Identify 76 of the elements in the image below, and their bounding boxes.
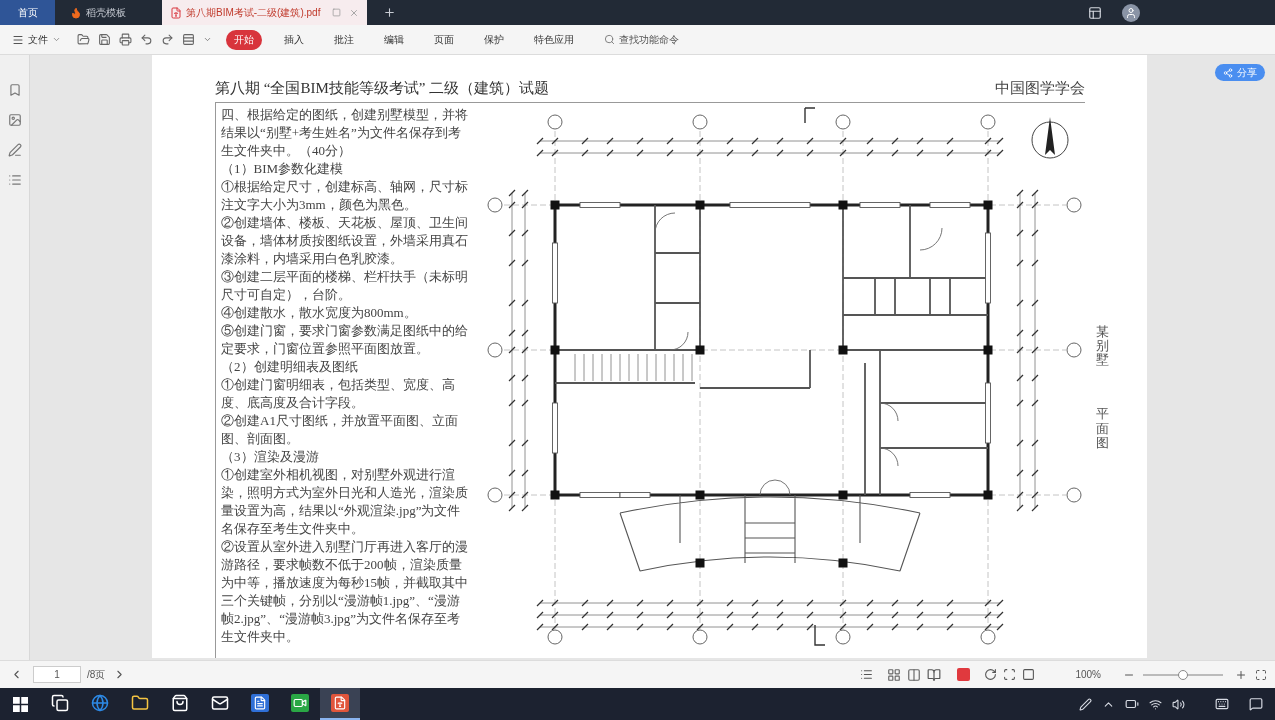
- square-icon[interactable]: [1022, 668, 1036, 681]
- search-icon: [604, 34, 615, 45]
- question-paragraph: （2）创建明细表及图纸: [221, 357, 359, 376]
- video-app-icon: [291, 694, 309, 712]
- question-paragraph: ②创建A1尺寸图纸，并放置平面图、立面图、剖面图。: [221, 411, 459, 448]
- battery-icon[interactable]: [1125, 697, 1139, 711]
- document-title: 第八期 “全国BIM技能等级考试” 二级（建筑）试题: [215, 79, 550, 98]
- ribbon-tab[interactable]: 开始: [226, 29, 262, 50]
- open-icon[interactable]: [77, 33, 90, 46]
- task-view-icon: [51, 694, 69, 712]
- question-paragraph: ③创建二层平面的楼梯、栏杆扶手（未标明尺寸可自定），台阶。: [221, 267, 468, 304]
- ribbon-tab[interactable]: 特色应用: [526, 29, 582, 50]
- user-icon: [1125, 6, 1137, 19]
- redo-icon[interactable]: [161, 33, 174, 46]
- taskbar-button[interactable]: [320, 688, 360, 720]
- question-paragraph: ①创建室外相机视图，对别墅外观进行渲染，照明方式为室外日光和人造光，渲染质量设置为高，结果以“外观渲染.jpg”为文件名保存至考生文件夹中。: [221, 465, 468, 538]
- layout-icon[interactable]: [1088, 5, 1102, 20]
- two-column-icon[interactable]: [907, 667, 922, 682]
- fit-page-icon[interactable]: [1003, 668, 1017, 681]
- drawing-label: 某别墅: [1096, 324, 1109, 368]
- question-paragraph: ①创建门窗明细表，包括类型、宽度、高度、底高度及合计字段。: [221, 375, 456, 412]
- drawing-label: 平面图: [1096, 407, 1109, 451]
- list-icon[interactable]: [860, 668, 874, 681]
- question-paragraph: ②创建墙体、楼板、天花板、屋顶、卫生间设备，墙体材质按图纸设置，外墙采用真石漆涂料，内墙采用白色乳胶漆。: [221, 213, 468, 268]
- flame-icon: [70, 6, 82, 19]
- organization-name: 中国图学学会: [995, 79, 1085, 98]
- question-paragraph: （1）BIM参数化建模: [221, 159, 345, 178]
- book-icon[interactable]: [927, 667, 942, 682]
- question-paragraph: （3）渲染及漫游: [221, 447, 320, 466]
- question-paragraph: ①根据给定尺寸，创建标高、轴网，尺寸标注文字大小为3mm，颜色为黑色。: [221, 177, 468, 214]
- document-app-icon: [251, 694, 269, 712]
- ribbon-tab[interactable]: 保护: [476, 29, 512, 50]
- ribbon-tab[interactable]: 页面: [426, 29, 462, 50]
- question-paragraph: ⑤创建门窗，要求门窗参数满足图纸中的给定要求，门窗位置参照平面图放置。: [221, 321, 468, 358]
- rotate-icon[interactable]: [984, 668, 998, 681]
- pdf-file-icon: [170, 6, 182, 19]
- document-tab[interactable]: 稻壳模板: [62, 0, 157, 25]
- stop-icon[interactable]: [957, 668, 971, 681]
- mail-icon: [211, 694, 229, 712]
- search-field[interactable]: 查找功能命令: [600, 29, 692, 50]
- folder-icon: [131, 694, 149, 712]
- user-avatar[interactable]: [1122, 3, 1140, 22]
- keyboard-icon[interactable]: [1215, 697, 1229, 711]
- ribbon-tab[interactable]: 插入: [276, 29, 312, 50]
- ribbon-tab[interactable]: 编辑: [376, 29, 412, 50]
- bookmark-icon[interactable]: [7, 83, 22, 97]
- zoom-in-icon[interactable]: [1235, 668, 1247, 681]
- question-paragraph: 四、根据给定的图纸，创建别墅模型，并将结果以“别墅+考生姓名”为文件名保存到考生文件夹中。（40分）: [221, 105, 468, 160]
- print-icon[interactable]: [119, 33, 132, 46]
- menu-icon: [12, 33, 24, 46]
- caret-icon: [52, 35, 61, 44]
- globe-icon: [91, 694, 109, 712]
- volume-icon[interactable]: [1172, 697, 1185, 711]
- pdf-app-icon: [331, 694, 349, 712]
- page-count: /8页: [87, 668, 106, 682]
- file-menu-button[interactable]: 文件: [8, 29, 65, 50]
- ribbon-tab[interactable]: 批注: [326, 29, 362, 50]
- share-icon: [1223, 67, 1233, 78]
- plus-icon: [382, 6, 396, 19]
- grid-icon[interactable]: [887, 667, 902, 682]
- windows-logo-icon: [12, 696, 28, 712]
- shopping-bag-icon: [171, 694, 189, 712]
- question-paragraph: ④创建散水，散水宽度为800mm。: [221, 303, 418, 322]
- page-number-field[interactable]: 1: [33, 666, 81, 683]
- fullscreen-icon[interactable]: [1255, 668, 1267, 681]
- save-icon[interactable]: [98, 33, 111, 46]
- notification-icon[interactable]: [1249, 697, 1263, 711]
- rows-icon[interactable]: [182, 33, 195, 46]
- wifi-icon[interactable]: [1149, 697, 1162, 711]
- question-paragraph: ②设置从室外进入别墅门厅再进入客厅的漫游路径，要求帧数不低于200帧，渲染质量为中等，播放速度为每秒15帧，并截取其中三个关键帧，分别以“漫游帧1.jpg”、“漫游帧2.jpg”、“漫游帧3.jpg”为文件名保存至考生文件夹中。: [221, 537, 468, 646]
- slider-thumb[interactable]: [1178, 669, 1188, 680]
- image-icon[interactable]: [7, 113, 22, 127]
- caret-icon[interactable]: [203, 35, 212, 44]
- document-tab[interactable]: 首页: [0, 0, 55, 25]
- undo-icon[interactable]: [140, 33, 153, 46]
- zoom-level: 100%: [1075, 668, 1101, 682]
